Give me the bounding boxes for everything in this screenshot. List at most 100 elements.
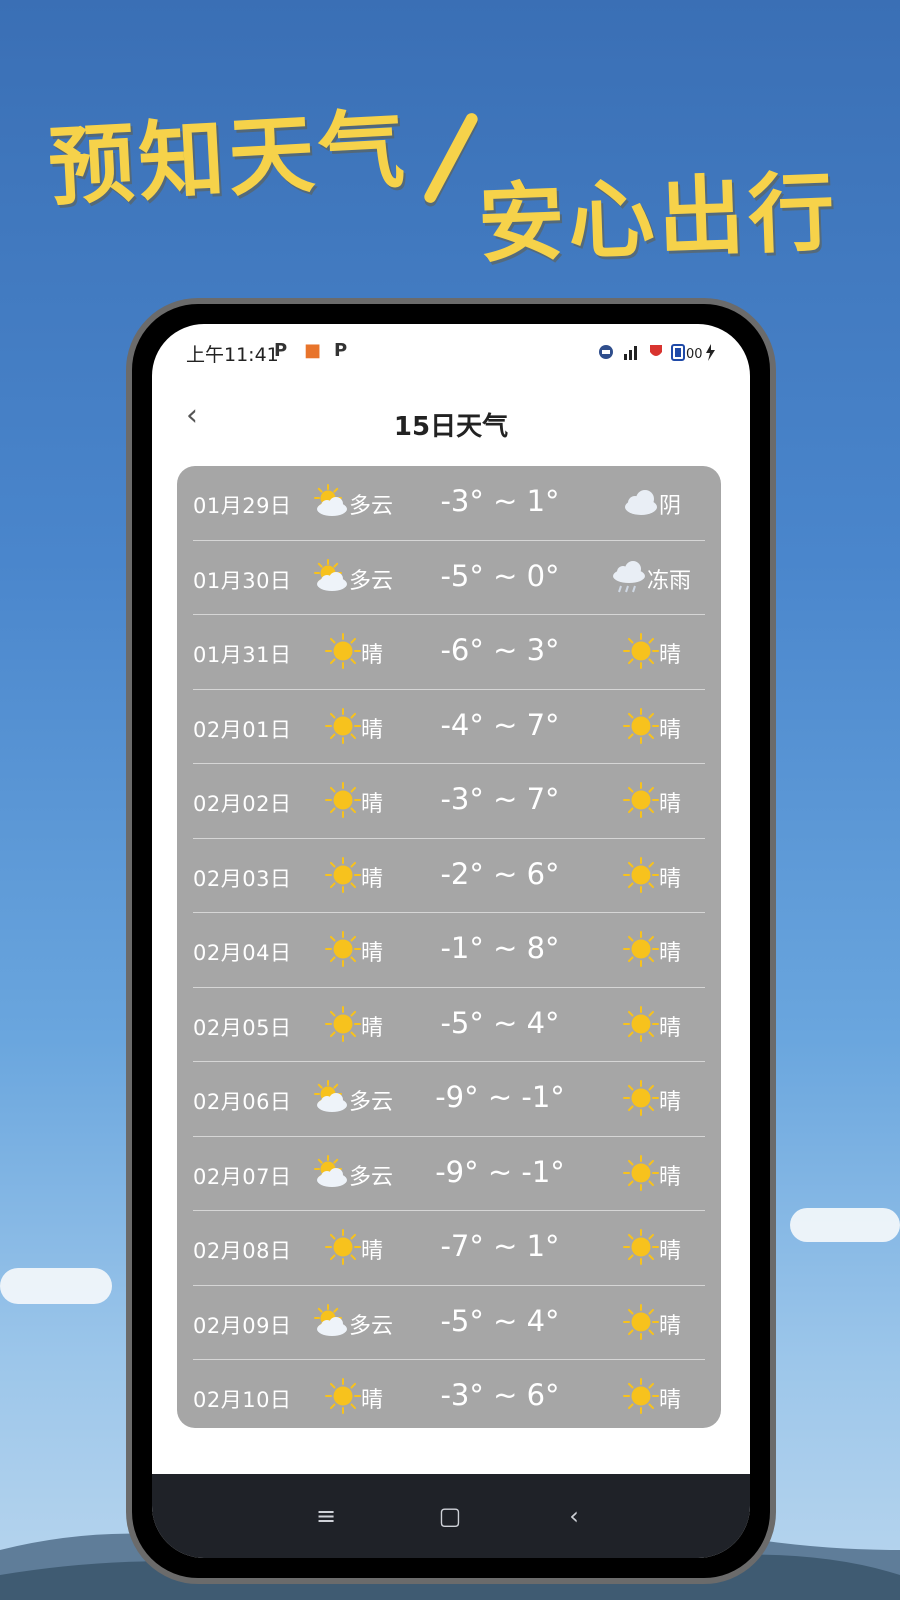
day-condition-label: 晴 [361, 1015, 384, 1041]
night-condition-label: 晴 [659, 1388, 682, 1413]
sun-icon [621, 706, 661, 746]
forecast-row[interactable]: 02月03日 晴 -2° ~ 6° 晴 [193, 839, 705, 913]
forecast-date: 01月30日 [193, 568, 292, 593]
forecast-row[interactable]: 01月31日 晴 -6° ~ 3° 晴 [193, 615, 705, 690]
night-condition: 晴 [609, 1078, 729, 1118]
day-condition-label: 晴 [361, 866, 384, 892]
sun-icon [323, 855, 363, 895]
night-condition-label: 晴 [659, 1164, 682, 1190]
freezing-rain-icon [609, 557, 649, 597]
forecast-date: 02月03日 [193, 866, 292, 891]
forecast-date: 02月04日 [193, 941, 292, 965]
day-condition-label: 多云 [349, 1313, 394, 1339]
sun-icon [323, 631, 363, 671]
forecast-row[interactable]: 02月04日 晴 -1° ~ 8° 晴 [193, 913, 705, 988]
day-condition-label: 晴 [361, 643, 384, 668]
day-condition: 多云 [311, 557, 421, 597]
sun-icon [323, 1004, 363, 1044]
forecast-row[interactable]: 01月30日 多云 -5° ~ 0° 冻雨 [193, 541, 705, 615]
day-condition-label: 晴 [361, 717, 384, 743]
sun-icon [621, 1078, 661, 1118]
battery-icon [671, 344, 685, 361]
day-condition: 晴 [311, 1227, 421, 1267]
sun-icon [323, 929, 363, 969]
forecast-row[interactable]: 02月09日 多云 -5° ~ 4° 晴 [193, 1286, 705, 1360]
sun-icon [621, 1153, 661, 1193]
night-condition: 晴 [609, 706, 729, 746]
day-condition-label: 晴 [361, 941, 384, 966]
forecast-date: 02月09日 [193, 1313, 292, 1338]
slogan-line-1: 预知天气 [46, 98, 411, 219]
night-condition: 晴 [609, 1004, 729, 1044]
status-time: 上午11:41 [186, 344, 279, 366]
forecast-row[interactable]: 02月10日 晴 -3° ~ 6° 晴 [193, 1360, 705, 1435]
home-button[interactable]: ▢ [428, 1494, 472, 1538]
sun-icon [323, 1376, 363, 1416]
sun-icon [621, 1302, 661, 1342]
day-condition: 多云 [311, 1078, 421, 1118]
forecast-row[interactable]: 02月01日 晴 -4° ~ 7° 晴 [193, 690, 705, 764]
status-bar: 上午11:41 P ■ P 00 [152, 324, 750, 380]
temperature-range: -7° ~ 1° [440, 1229, 560, 1263]
forecast-date: 01月31日 [193, 643, 292, 667]
battery-text: 00 [686, 347, 703, 362]
cloud-decoration [0, 1268, 112, 1304]
phone-screen: 上午11:41 P ■ P 00 ‹ 15日天气 01月29日 多云 -3° ~ 1… [152, 324, 750, 1558]
temperature-range: -5° ~ 0° [440, 558, 560, 593]
night-condition-label: 晴 [659, 941, 682, 966]
shield-icon [650, 345, 662, 356]
forecast-row[interactable]: 01月29日 多云 -3° ~ 1° 阴 [193, 466, 705, 541]
day-condition-label: 多云 [349, 1164, 394, 1190]
sun-icon [323, 1227, 363, 1267]
page-title: 15日天气 [393, 412, 509, 442]
night-condition-label: 阴 [659, 494, 682, 519]
partly-cloudy-icon [311, 482, 351, 522]
forecast-row[interactable]: 02月07日 多云 -9° ~ -1° 晴 [193, 1137, 705, 1211]
system-back-button[interactable]: ‹ [552, 1494, 596, 1538]
temperature-range: -2° ~ 6° [440, 856, 560, 891]
forecast-row[interactable]: 02月02日 晴 -3° ~ 7° 晴 [193, 764, 705, 839]
temperature-range: -6° ~ 3° [440, 633, 560, 667]
night-condition-label: 晴 [659, 866, 682, 892]
day-condition: 晴 [311, 631, 421, 671]
vpn-icon [599, 345, 613, 359]
day-condition: 晴 [311, 929, 421, 969]
forecast-row[interactable]: 02月05日 晴 -5° ~ 4° 晴 [193, 988, 705, 1062]
menu-button[interactable]: ≡ [304, 1494, 348, 1538]
slogan: 预知天气 安心出行 [0, 0, 900, 280]
temperature-range: -3° ~ 7° [440, 782, 560, 816]
sun-icon [621, 631, 661, 671]
night-condition: 冻雨 [609, 557, 729, 597]
partly-cloudy-icon [311, 1302, 351, 1342]
day-condition-label: 多云 [349, 1090, 394, 1115]
sun-icon [621, 1376, 661, 1416]
temperature-range: -3° ~ 1° [440, 484, 560, 518]
night-condition-label: 晴 [659, 643, 682, 668]
app-notification-icon: P [334, 340, 348, 361]
night-condition-label: 晴 [659, 792, 682, 817]
charging-icon [706, 344, 715, 361]
cloud-decoration [790, 1208, 900, 1242]
day-condition-label: 晴 [361, 1239, 384, 1264]
night-condition-label: 晴 [659, 1313, 682, 1339]
forecast-row[interactable]: 02月08日 晴 -7° ~ 1° 晴 [193, 1211, 705, 1286]
slogan-line-2: 安心出行 [476, 161, 840, 276]
signal-icon [624, 346, 637, 360]
temperature-range: -1° ~ 8° [440, 931, 560, 965]
forecast-row[interactable]: 02月06日 多云 -9° ~ -1° 晴 [193, 1062, 705, 1137]
forecast-date: 02月08日 [193, 1239, 292, 1263]
forecast-date: 02月01日 [193, 717, 292, 742]
temperature-range: -5° ~ 4° [440, 1005, 560, 1040]
sun-icon [621, 1004, 661, 1044]
day-condition: 多云 [311, 1153, 421, 1193]
day-condition: 晴 [311, 780, 421, 820]
system-navigation-bar: ≡ ▢ ‹ [152, 1474, 750, 1558]
temperature-range: -9° ~ -1° [435, 1154, 565, 1189]
night-condition-label: 晴 [659, 1239, 682, 1264]
forecast-list: 01月29日 多云 -3° ~ 1° 阴 01月30日 多云 -5° ~ 0° 冻雨 01月31… [177, 466, 721, 1428]
sun-icon [621, 1227, 661, 1267]
night-condition: 晴 [609, 1302, 729, 1342]
temperature-range: -3° ~ 6° [440, 1378, 560, 1412]
night-condition: 晴 [609, 1227, 729, 1267]
day-condition: 多云 [311, 482, 421, 522]
